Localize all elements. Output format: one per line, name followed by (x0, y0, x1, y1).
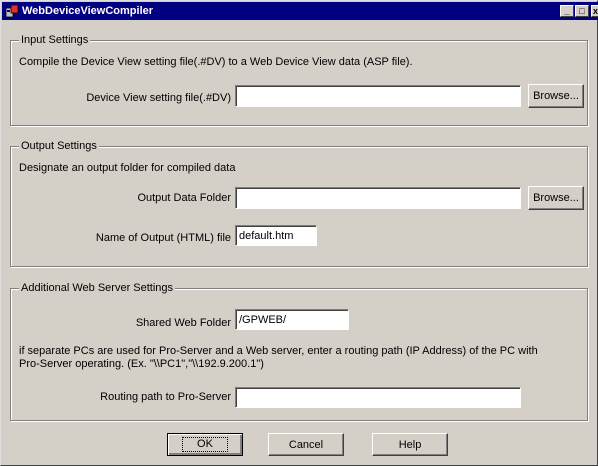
routing-path-input[interactable] (235, 387, 521, 408)
ok-button[interactable]: OK (167, 433, 243, 456)
output-folder-input[interactable] (235, 187, 521, 209)
output-folder-label: Output Data Folder (137, 192, 231, 204)
output-settings-group-label: Output Settings (19, 140, 99, 153)
ok-button-label: OK (182, 437, 228, 452)
shared-web-folder-label: Shared Web Folder (135, 317, 231, 329)
cancel-button[interactable]: Cancel (268, 433, 344, 456)
shared-web-folder-input[interactable] (235, 309, 349, 330)
input-settings-group-label: Input Settings (19, 34, 91, 47)
window-title: WebDeviceViewCompiler (22, 5, 154, 17)
routing-path-label: Routing path to Pro-Server (100, 391, 231, 403)
device-view-file-input[interactable] (235, 85, 521, 107)
compiler-window: WebDeviceViewCompiler _ □ x Input Settin… (0, 0, 598, 466)
minimize-button[interactable]: _ (560, 5, 574, 17)
app-icon (5, 4, 19, 18)
input-settings-group: Input Settings (10, 34, 588, 126)
output-file-name-label: Name of Output (HTML) file (95, 232, 231, 244)
title-bar[interactable]: WebDeviceViewCompiler _ □ x (2, 2, 598, 20)
maximize-button[interactable]: □ (575, 5, 589, 17)
routing-note-line2: Pro-Server operating. (Ex. "\\PC1","\\19… (19, 358, 264, 370)
output-browse-button[interactable]: Browse... (528, 186, 584, 210)
routing-note-line1: if separate PCs are used for Pro-Server … (19, 345, 538, 357)
output-settings-description: Designate an output folder for compiled … (19, 162, 236, 174)
help-button[interactable]: Help (372, 433, 448, 456)
output-file-name-input[interactable] (235, 225, 317, 246)
close-button[interactable]: x (591, 5, 598, 17)
input-settings-description: Compile the Device View setting file(.#D… (19, 56, 413, 68)
web-server-settings-group-label: Additional Web Server Settings (19, 282, 176, 295)
input-browse-button[interactable]: Browse... (528, 84, 584, 108)
device-view-file-label: Device View setting file(.#DV) (86, 92, 231, 104)
